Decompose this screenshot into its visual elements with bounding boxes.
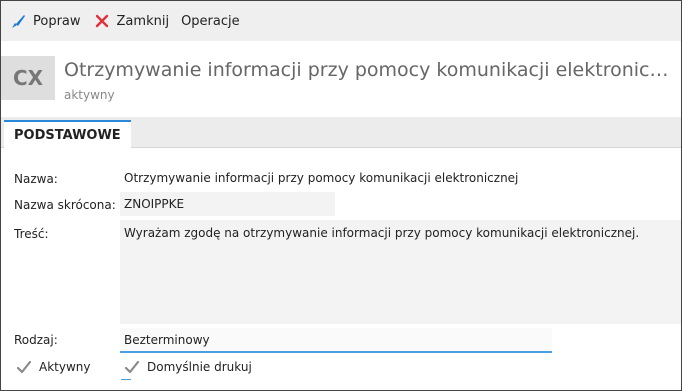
name-label: Nazwa: <box>14 172 58 186</box>
operations-menu[interactable]: Operacje <box>181 14 240 29</box>
type-label: Rodzaj: <box>14 333 58 347</box>
short-name-label: Nazwa skrócona: <box>14 198 116 212</box>
name-field[interactable]: Otrzymywanie informacji przy pomocy komu… <box>120 165 681 191</box>
focus-underline <box>121 379 131 380</box>
checkmark-icon <box>15 358 33 376</box>
window: Popraw Zamknij Operacje CX Otrzymywanie … <box>0 0 682 391</box>
status-label: aktywny <box>64 88 115 102</box>
operations-menu-label: Operacje <box>181 13 240 29</box>
brush-icon <box>9 12 27 30</box>
edit-button-label: Popraw <box>33 13 81 29</box>
active-checkbox[interactable]: Aktywny <box>15 358 91 376</box>
tab-bar: PODSTAWOWE <box>1 117 681 148</box>
default-print-checkbox-label: Domyślnie drukuj <box>147 360 252 374</box>
close-icon <box>93 12 111 30</box>
content-field[interactable]: Wyrażam zgodę na otrzymywanie informacji… <box>120 220 681 324</box>
record-header: CX Otrzymywanie informacji przy pomocy k… <box>1 41 681 117</box>
close-button-label: Zamknij <box>116 13 170 29</box>
short-name-field[interactable]: ZNOIPPKE <box>120 192 335 216</box>
page-title: Otrzymywanie informacji przy pomocy komu… <box>64 59 676 81</box>
active-checkbox-label: Aktywny <box>39 360 91 374</box>
close-button[interactable]: Zamknij <box>93 12 170 30</box>
default-print-checkbox[interactable]: Domyślnie drukuj <box>123 358 252 376</box>
tab-basic[interactable]: PODSTAWOWE <box>4 120 131 148</box>
checkmark-icon <box>123 358 141 376</box>
edit-button[interactable]: Popraw <box>9 12 81 30</box>
toolbar: Popraw Zamknij Operacje <box>1 1 681 41</box>
avatar: CX <box>1 56 55 100</box>
form-panel: Nazwa: Otrzymywanie informacji przy pomo… <box>1 148 681 390</box>
content-label: Treść: <box>14 227 49 241</box>
type-field[interactable]: Bezterminowy <box>120 328 552 353</box>
